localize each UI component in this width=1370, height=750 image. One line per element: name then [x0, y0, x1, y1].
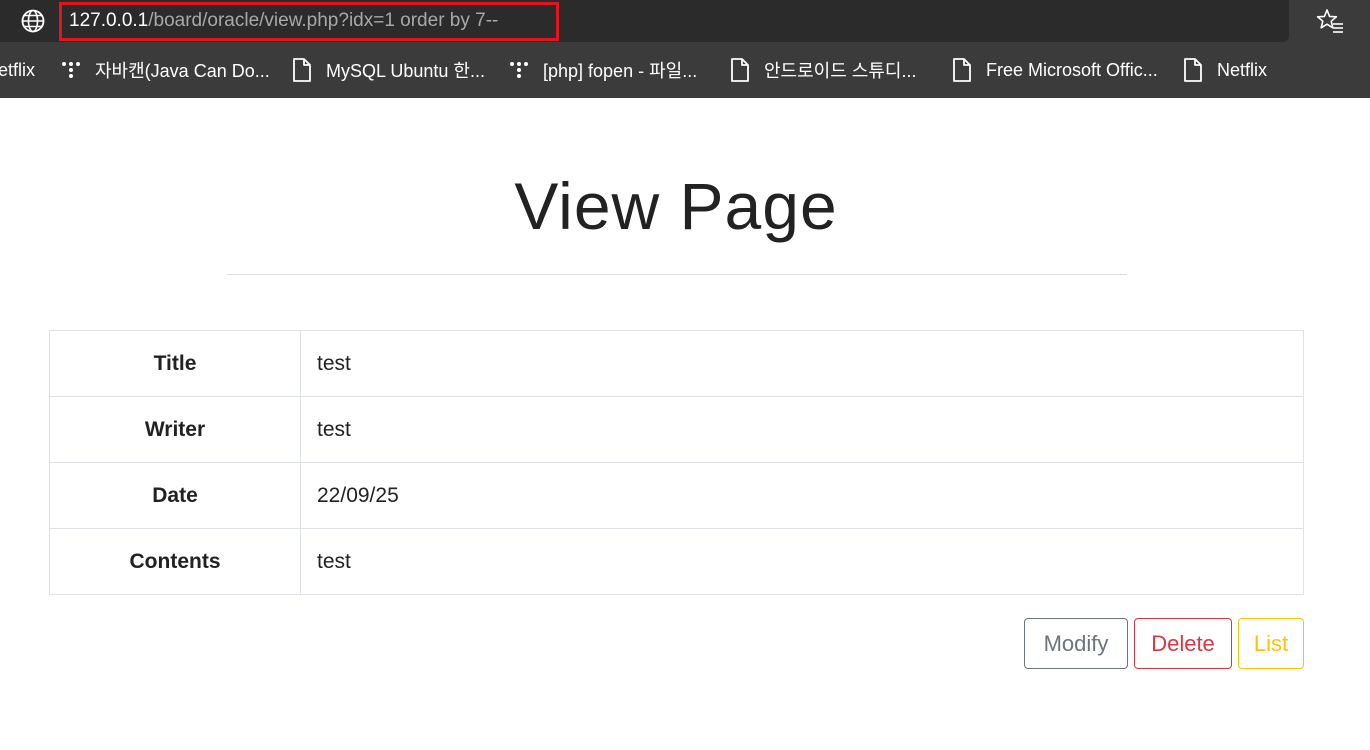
- bookmark-label: 안드로이드 스튜디...: [764, 61, 917, 81]
- bookmark-label: MySQL Ubuntu 한...: [326, 61, 485, 81]
- post-detail-table: Title test Writer test Date 22/09/25 Con…: [49, 330, 1304, 595]
- bookmark-netflix[interactable]: Netflix: [1183, 57, 1267, 83]
- page-title: View Page: [514, 169, 838, 243]
- page-icon: [953, 58, 971, 82]
- delete-button[interactable]: Delete: [1134, 618, 1232, 669]
- bookmarks-bar: etflix 자바캔(Java Can Do... MySQL Ubuntu 한…: [0, 42, 1370, 98]
- row-label-contents: Contents: [49, 528, 301, 595]
- bookmark-android-studio[interactable]: 안드로이드 스튜디...: [730, 57, 916, 83]
- row-value-writer: test: [300, 396, 1304, 463]
- title-divider: [227, 274, 1127, 275]
- dots-icon: [510, 62, 528, 78]
- row-label-date: Date: [49, 462, 301, 529]
- row-label-writer: Writer: [49, 396, 301, 463]
- dots-icon: [62, 62, 80, 78]
- table-row: Writer test: [49, 396, 1304, 463]
- bookmark-label: [php] fopen - 파일...: [543, 61, 698, 81]
- bookmark-label: Free Microsoft Offic...: [986, 59, 1158, 80]
- url-path: /board/oracle/view.php?idx=1 order by 7-…: [148, 10, 499, 31]
- bookmark-free-microsoft-office[interactable]: Free Microsoft Offic...: [952, 57, 1158, 83]
- bookmark-mysql-ubuntu[interactable]: MySQL Ubuntu 한...: [292, 57, 485, 83]
- bookmark-php-fopen[interactable]: [php] fopen - 파일...: [509, 57, 697, 83]
- bookmark-label: Netflix: [1217, 59, 1268, 80]
- browser-chrome: 127.0.0.1/board/oracle/view.php?idx=1 or…: [0, 0, 1370, 98]
- modify-button[interactable]: Modify: [1024, 618, 1128, 669]
- row-label-title: Title: [49, 330, 301, 397]
- bookmark-label: 자바캔(Java Can Do...: [95, 61, 270, 81]
- row-value-date: 22/09/25: [300, 462, 1304, 529]
- list-button[interactable]: List: [1238, 618, 1304, 669]
- favorites-star-icon[interactable]: [1316, 7, 1344, 35]
- url-text[interactable]: 127.0.0.1/board/oracle/view.php?idx=1 or…: [69, 8, 498, 34]
- page-icon: [1184, 58, 1202, 82]
- globe-icon: [21, 9, 45, 33]
- table-row: Title test: [49, 330, 1304, 397]
- bookmark-netflix-partial[interactable]: etflix: [0, 57, 35, 83]
- address-bar[interactable]: 127.0.0.1/board/oracle/view.php?idx=1 or…: [0, 0, 1289, 42]
- bookmark-label: etflix: [0, 59, 36, 80]
- page-icon: [731, 58, 749, 82]
- address-row: 127.0.0.1/board/oracle/view.php?idx=1 or…: [0, 0, 1370, 42]
- page-icon: [293, 58, 311, 82]
- row-value-title: test: [300, 330, 1304, 397]
- row-value-contents: test: [300, 528, 1304, 595]
- bookmark-javacan[interactable]: 자바캔(Java Can Do...: [61, 57, 270, 83]
- table-row: Date 22/09/25: [49, 462, 1304, 529]
- url-host: 127.0.0.1: [69, 10, 149, 31]
- table-row: Contents test: [49, 528, 1304, 595]
